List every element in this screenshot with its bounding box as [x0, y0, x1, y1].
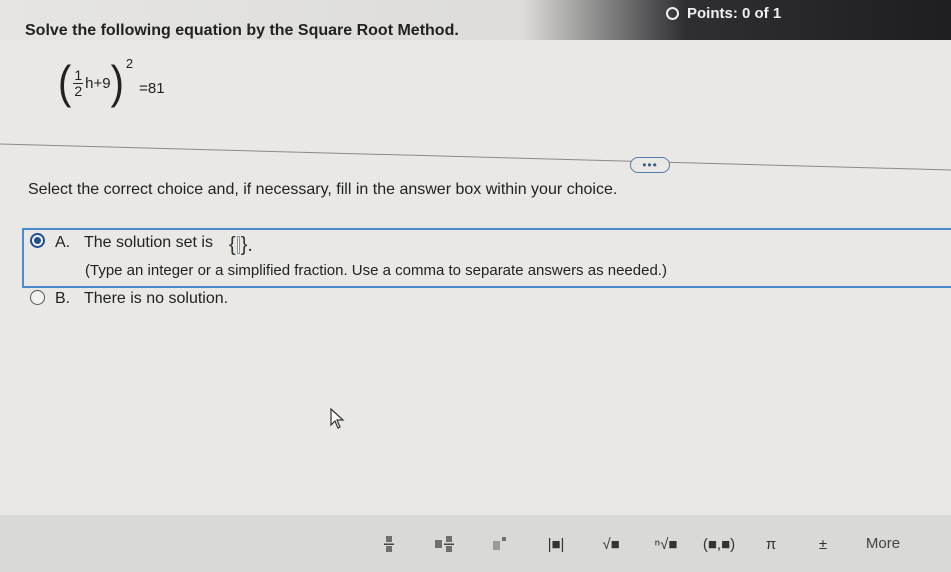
choice-a-radio[interactable]: [30, 233, 45, 248]
fraction-numerator: 1: [73, 66, 84, 84]
points-indicator: Points: 0 of 1: [666, 3, 781, 23]
choice-b-letter: B.: [55, 290, 71, 307]
pi-tool-button[interactable]: π: [748, 524, 794, 564]
equation-inner-rest: h+9: [85, 74, 111, 92]
choice-b-radio[interactable]: [30, 290, 45, 305]
exponent-icon: [493, 537, 506, 550]
choice-a-hint: (Type an integer or a simplified fractio…: [85, 262, 667, 279]
nth-root-tool-button[interactable]: ⁿ√■: [643, 524, 689, 564]
ordered-pair-tool-button[interactable]: (■,■): [696, 524, 742, 564]
question-prompt: Solve the following equation by the Squa…: [25, 22, 459, 39]
pi-icon: π: [765, 535, 777, 553]
equation-exponent: 2: [125, 55, 134, 71]
nth-root-icon: ⁿ√■: [654, 535, 678, 553]
fraction: 1 2: [73, 66, 84, 99]
plus-minus-tool-button[interactable]: ±: [800, 524, 846, 564]
fraction-tool-button[interactable]: [366, 524, 412, 564]
brace-open: {: [229, 234, 236, 256]
choice-b-text: There is no solution.: [84, 290, 229, 307]
plus-minus-icon: ±: [818, 535, 828, 553]
ordered-pair-icon: (■,■): [702, 535, 736, 553]
square-root-icon: √■: [602, 535, 620, 553]
points-ring-icon: [666, 6, 679, 20]
exponent-tool-button[interactable]: [477, 524, 523, 564]
equation-rhs: =81: [139, 79, 165, 97]
mixed-number-tool-button[interactable]: [422, 524, 468, 564]
section-divider: [0, 143, 951, 171]
choice-a-letter: A.: [55, 234, 71, 251]
equation: ( 1 2 h+9 ) 2 =81: [58, 56, 165, 109]
fraction-icon: [384, 536, 394, 552]
absolute-value-tool-button[interactable]: |■|: [533, 524, 579, 564]
right-paren: ): [110, 57, 124, 109]
square-root-tool-button[interactable]: √■: [588, 524, 634, 564]
mouse-cursor-icon: [330, 408, 345, 429]
left-paren: (: [58, 57, 72, 109]
points-label: Points: 0 of 1: [687, 4, 782, 22]
absolute-value-icon: |■|: [547, 535, 565, 553]
more-tools-button[interactable]: More: [852, 522, 914, 564]
instruction-text: Select the correct choice and, if necess…: [28, 181, 618, 198]
choice-a-text: The solution set is: [84, 234, 213, 251]
answer-set: { }.: [229, 234, 253, 256]
answer-input[interactable]: [236, 236, 240, 254]
expand-more-button[interactable]: •••: [630, 157, 670, 173]
mixed-number-icon: [435, 536, 454, 552]
fraction-denominator: 2: [74, 82, 83, 99]
brace-close: }.: [240, 234, 253, 256]
